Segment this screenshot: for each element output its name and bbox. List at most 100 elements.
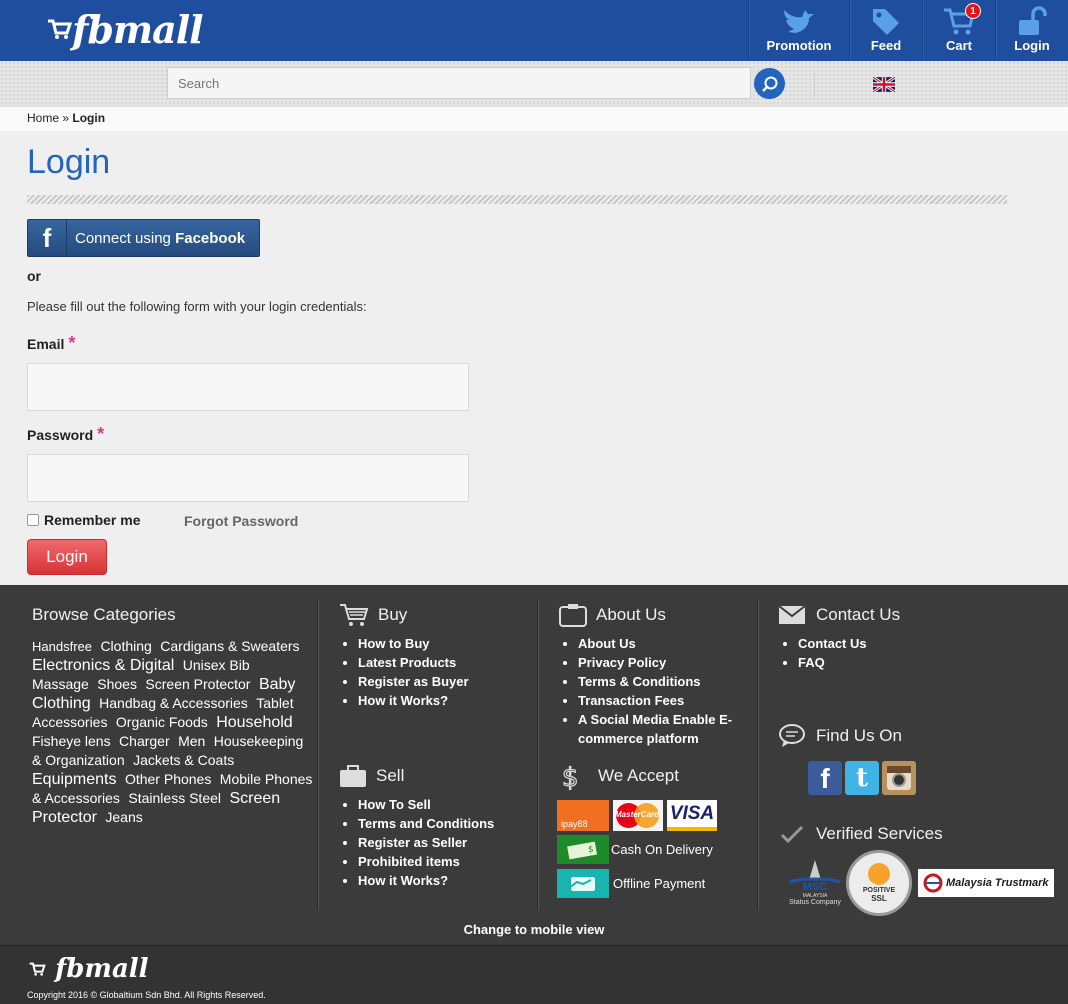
browse-categories-section: Browse Categories bbox=[32, 600, 176, 630]
category-link[interactable]: Massage bbox=[32, 676, 89, 692]
breadcrumb-home[interactable]: Home bbox=[27, 111, 59, 125]
password-label-text: Password bbox=[27, 427, 94, 443]
site-logo[interactable]: fbmall bbox=[46, 6, 204, 52]
nav-promotion[interactable]: Promotion bbox=[748, 0, 849, 61]
nav-feed[interactable]: Feed bbox=[849, 0, 922, 61]
category-link[interactable]: Equipments bbox=[32, 771, 117, 788]
top-nav: Promotion Feed 1 Cart Login bbox=[748, 0, 1068, 61]
chat-bubble-icon bbox=[779, 724, 805, 747]
nav-promotion-label: Promotion bbox=[766, 38, 832, 53]
login-button[interactable]: Login bbox=[27, 539, 107, 575]
about-link[interactable]: About Us bbox=[578, 634, 738, 653]
cart-icon bbox=[340, 604, 369, 626]
footer-logo-text: fbmall bbox=[55, 954, 149, 984]
search-button[interactable] bbox=[754, 68, 785, 99]
about-section: About Us About Us Privacy Policy Terms &… bbox=[558, 600, 738, 748]
cart-logo-icon bbox=[48, 19, 72, 39]
login-instructions: Please fill out the following form with … bbox=[27, 299, 367, 314]
about-link[interactable]: Privacy Policy bbox=[578, 653, 738, 672]
facebook-connect-button[interactable]: f Connect using Facebook bbox=[27, 219, 260, 257]
about-title: About Us bbox=[596, 605, 666, 624]
uk-flag-icon[interactable] bbox=[873, 77, 895, 92]
social-links: f t bbox=[808, 761, 916, 795]
footer: Browse Categories Handsfree Clothing Car… bbox=[0, 585, 1068, 945]
category-link[interactable]: Men bbox=[178, 733, 205, 749]
remember-me[interactable]: Remember me bbox=[27, 512, 141, 528]
category-link[interactable]: Screen Protector bbox=[145, 676, 250, 692]
footer-divider bbox=[757, 600, 758, 910]
sell-link[interactable]: Terms and Conditions bbox=[358, 814, 494, 833]
find-us-section: Find Us On bbox=[778, 721, 902, 751]
category-link[interactable]: Stainless Steel bbox=[128, 790, 221, 806]
buy-link[interactable]: How it Works? bbox=[358, 691, 469, 710]
about-link[interactable]: Transaction Fees bbox=[578, 691, 738, 710]
footer-divider bbox=[317, 600, 318, 910]
category-link[interactable]: Jackets & Coats bbox=[133, 752, 234, 768]
category-link[interactable]: Clothing bbox=[100, 638, 151, 654]
sell-title: Sell bbox=[376, 766, 405, 785]
buy-title: Buy bbox=[378, 605, 408, 624]
contact-link[interactable]: FAQ bbox=[798, 653, 900, 672]
sell-links: How To Sell Terms and Conditions Registe… bbox=[338, 795, 494, 890]
footer-divider bbox=[537, 600, 538, 910]
buy-link[interactable]: Latest Products bbox=[358, 653, 469, 672]
offline-payment: Offline Payment bbox=[557, 869, 705, 898]
envelope-icon bbox=[778, 605, 806, 624]
malaysia-trustmark-badge: Malaysia Trustmark bbox=[918, 869, 1054, 897]
cod-label: Cash On Delivery bbox=[611, 842, 713, 857]
buy-links: How to Buy Latest Products Register as B… bbox=[338, 634, 469, 710]
email-label: Email * bbox=[27, 333, 75, 354]
offline-payment-label: Offline Payment bbox=[613, 876, 706, 891]
category-link[interactable]: Handsfree bbox=[32, 639, 92, 654]
category-link[interactable]: Charger bbox=[119, 733, 170, 749]
facebook-icon[interactable]: f bbox=[808, 761, 842, 795]
email-field[interactable] bbox=[27, 363, 469, 411]
category-link[interactable]: Handbag & Accessories bbox=[99, 695, 248, 711]
category-link[interactable]: Electronics & Digital bbox=[32, 657, 174, 674]
remember-me-checkbox[interactable] bbox=[27, 514, 39, 526]
msc-badge: MSC MALAYSIA Status Company bbox=[788, 860, 842, 910]
twitter-icon[interactable]: t bbox=[845, 761, 879, 795]
cart-count-badge: 1 bbox=[965, 3, 981, 19]
email-required-mark: * bbox=[68, 333, 76, 353]
sell-link[interactable]: Prohibited items bbox=[358, 852, 494, 871]
search-bar bbox=[0, 61, 1068, 107]
nav-cart[interactable]: 1 Cart bbox=[922, 0, 995, 61]
category-link[interactable]: Organic Foods bbox=[116, 714, 208, 730]
svg-text:$: $ bbox=[588, 845, 594, 855]
nav-login[interactable]: Login bbox=[995, 0, 1068, 61]
category-link[interactable]: Fisheye lens bbox=[32, 733, 111, 749]
facebook-connect-prefix: Connect using bbox=[75, 229, 176, 247]
or-separator: or bbox=[27, 268, 41, 284]
clipboard-icon bbox=[559, 604, 587, 627]
sell-link[interactable]: How To Sell bbox=[358, 795, 494, 814]
footer-logo[interactable]: fbmall bbox=[28, 954, 149, 984]
mobile-view-link[interactable]: Change to mobile view bbox=[0, 922, 1068, 937]
breadcrumb-separator: » bbox=[62, 111, 70, 125]
contact-link[interactable]: Contact Us bbox=[798, 634, 900, 653]
buy-link[interactable]: How to Buy bbox=[358, 634, 469, 653]
sell-link[interactable]: Register as Seller bbox=[358, 833, 494, 852]
search-input[interactable] bbox=[167, 67, 751, 99]
password-field[interactable] bbox=[27, 454, 469, 502]
password-required-mark: * bbox=[97, 424, 105, 444]
password-label: Password * bbox=[27, 424, 104, 445]
instagram-icon[interactable] bbox=[882, 761, 916, 795]
category-link[interactable]: Other Phones bbox=[125, 771, 211, 787]
about-link[interactable]: Terms & Conditions bbox=[578, 672, 738, 691]
contact-section: Contact Us Contact Us FAQ bbox=[778, 600, 900, 672]
visa-logo: VISA bbox=[667, 800, 717, 831]
logo-text: fbmall bbox=[72, 6, 204, 52]
sell-link[interactable]: How it Works? bbox=[358, 871, 494, 890]
svg-text:$: $ bbox=[562, 763, 579, 790]
about-link[interactable]: A Social Media Enable E-commerce platfor… bbox=[578, 710, 738, 748]
category-link[interactable]: Jeans bbox=[105, 809, 142, 825]
dollar-icon: $ bbox=[561, 762, 579, 790]
category-link[interactable]: Household bbox=[216, 714, 293, 731]
buy-link[interactable]: Register as Buyer bbox=[358, 672, 469, 691]
category-link[interactable]: Cardigans & Sweaters bbox=[160, 638, 299, 654]
forgot-password-link[interactable]: Forgot Password bbox=[184, 513, 298, 529]
facebook-connect-brand: Facebook bbox=[175, 229, 246, 247]
category-link[interactable]: Shoes bbox=[97, 676, 137, 692]
category-link[interactable]: Unisex Bib bbox=[183, 657, 250, 673]
